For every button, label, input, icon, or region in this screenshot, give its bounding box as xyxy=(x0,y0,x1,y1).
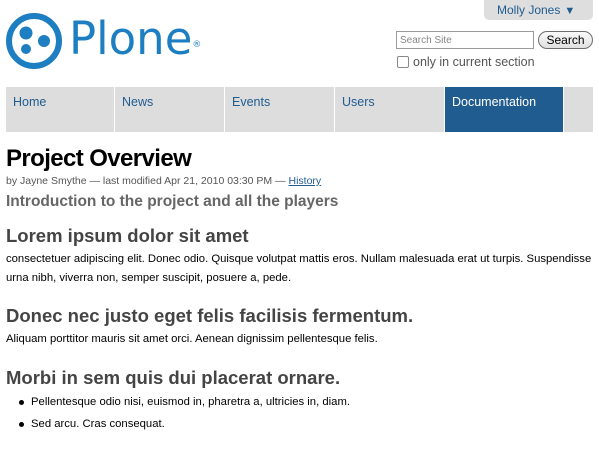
document-byline: by Jayne Smythe — last modified Apr 21, … xyxy=(6,175,321,187)
bullet-list: Pellentesque odio nisi, euismod in, phar… xyxy=(6,391,350,435)
search-input[interactable] xyxy=(396,31,534,49)
section-heading: Lorem ipsum dolor sit amet xyxy=(6,225,249,246)
main-navigation: Home News Events Users Documentation xyxy=(6,87,593,132)
user-name: Molly Jones xyxy=(497,3,561,17)
current-section-label: only in current section xyxy=(413,55,535,69)
search-button[interactable]: Search xyxy=(538,31,593,49)
tab-users[interactable]: Users xyxy=(335,87,445,132)
history-link[interactable]: History xyxy=(288,175,321,187)
section-paragraph: consectetuer adipiscing elit. Donec odio… xyxy=(6,253,592,284)
list-item: Pellentesque odio nisi, euismod in, phar… xyxy=(6,391,350,413)
section-heading: Morbi in sem quis dui placerat ornare. xyxy=(6,367,341,388)
document-description: Introduction to the project and all the … xyxy=(6,193,339,210)
user-menu-button[interactable]: Molly Jones ▼ xyxy=(484,0,593,20)
section-paragraph: Aliquam porttitor mauris sit amet orci. … xyxy=(6,333,378,345)
section-heading: Donec nec justo eget felis facilisis fer… xyxy=(6,305,414,326)
list-item: Sed arcu. Cras consequat. xyxy=(6,413,350,435)
page-title: Project Overview xyxy=(6,145,192,172)
byline-text: by Jayne Smythe — last modified Apr 21, … xyxy=(6,175,286,187)
chevron-down-icon: ▼ xyxy=(564,5,576,17)
search-scope-option[interactable]: only in current section xyxy=(397,55,535,69)
tab-news[interactable]: News xyxy=(115,87,225,132)
tab-events[interactable]: Events xyxy=(225,87,335,132)
site-logo[interactable]: Plone® xyxy=(6,12,202,69)
current-section-checkbox[interactable] xyxy=(397,56,409,68)
tab-home[interactable]: Home xyxy=(6,87,115,132)
plone-logo-icon xyxy=(6,13,62,69)
tab-documentation[interactable]: Documentation xyxy=(445,87,564,132)
logo-wordmark: Plone® xyxy=(69,12,202,65)
